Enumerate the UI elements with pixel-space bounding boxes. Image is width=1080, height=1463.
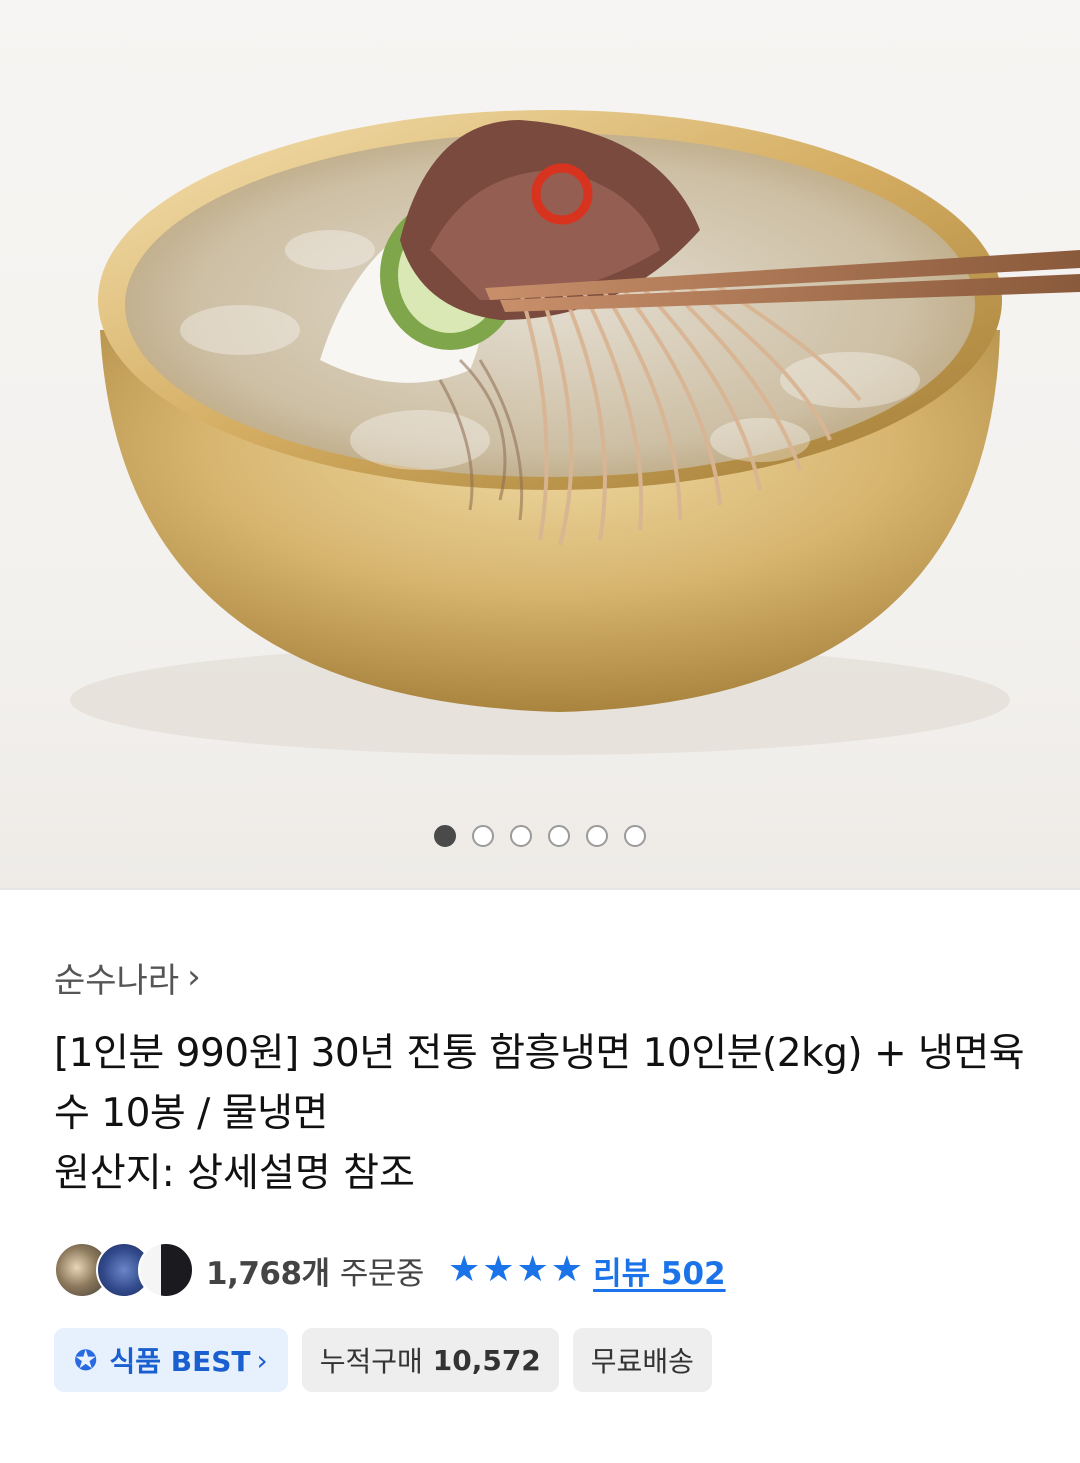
- product-title: [1인분 990원] 30년 전통 함흥냉면 10인분(2kg) + 냉면육수 …: [54, 1031, 1025, 1136]
- buyer-avatars: [54, 1242, 194, 1298]
- orders-count: 1,768개: [206, 1255, 330, 1292]
- divider: [0, 888, 1080, 890]
- star-icon: ★: [516, 1249, 549, 1290]
- seller-link[interactable]: 순수나라 ›: [54, 954, 1026, 1001]
- carousel-dot-3[interactable]: [510, 825, 532, 847]
- carousel-dot-5[interactable]: [586, 825, 608, 847]
- avatar: [138, 1242, 194, 1298]
- shipping-label: 무료배송: [590, 1345, 694, 1378]
- rating-stars: ★ ★ ★ ★: [448, 1252, 583, 1288]
- cumulative-label: 누적구매: [319, 1345, 423, 1378]
- food-best-badge[interactable]: ✪ 식품 BEST ›: [54, 1328, 288, 1392]
- seller-name: 순수나라: [54, 960, 180, 1001]
- orders-suffix: 주문중: [339, 1255, 425, 1292]
- cumulative-value: 10,572: [432, 1343, 541, 1377]
- naengmyeon-bowl-image: [70, 110, 1080, 755]
- star-icon: ★: [482, 1249, 515, 1290]
- star-icon: ★: [447, 1249, 481, 1290]
- product-image-carousel[interactable]: [0, 0, 1080, 888]
- product-origin: 원산지: 상세설명 참조: [54, 1151, 415, 1196]
- chevron-right-icon: ›: [256, 1343, 268, 1377]
- product-badges: ✪ 식품 BEST › 누적구매 10,572 무료배송: [54, 1328, 1026, 1392]
- product-stats: 1,768개 주문중 ★ ★ ★ ★ 리뷰 502: [54, 1242, 1026, 1298]
- chevron-right-icon: ›: [187, 957, 201, 997]
- carousel-dot-4[interactable]: [548, 825, 570, 847]
- cumulative-purchase-badge: 누적구매 10,572: [301, 1328, 559, 1392]
- carousel-dot-6[interactable]: [624, 825, 646, 847]
- carousel-dot-1[interactable]: [434, 825, 456, 847]
- star-icon: ★: [550, 1249, 584, 1290]
- best-star-icon: ✪: [74, 1343, 98, 1377]
- reviews-link[interactable]: 리뷰 502: [593, 1248, 726, 1293]
- carousel-indicator: [0, 825, 1080, 847]
- carousel-dot-2[interactable]: [472, 825, 494, 847]
- orders-count-text: 1,768개 주문중: [206, 1248, 424, 1293]
- free-shipping-badge: 무료배송: [572, 1328, 712, 1392]
- product-info: 순수나라 › [1인분 990원] 30년 전통 함흥냉면 10인분(2kg) …: [0, 954, 1080, 1392]
- best-badge-label: 식품 BEST: [109, 1345, 251, 1378]
